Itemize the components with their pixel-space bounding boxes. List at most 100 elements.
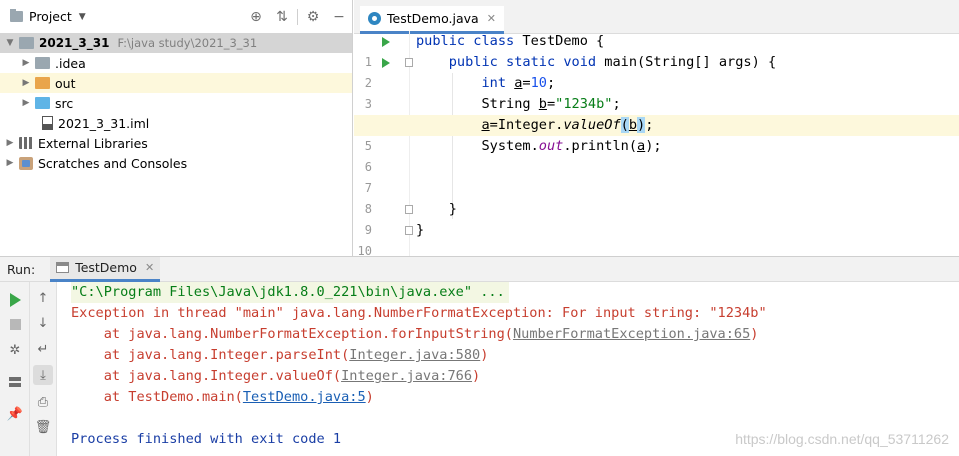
tree-item-label: 2021_3_31	[39, 36, 110, 50]
code-line[interactable]: 8	[354, 178, 959, 216]
code-line-current[interactable]: 5 a=Integer.valueOf(b);	[354, 115, 959, 153]
code-line[interactable]: 10 }	[354, 220, 959, 256]
locate-file-icon[interactable]: ⊕	[243, 9, 269, 25]
stack-trace-line: at java.lang.NumberFormatException.forIn…	[71, 326, 759, 342]
code-area[interactable]: 1 public class TestDemo { 2 public stati…	[354, 31, 959, 256]
tree-item-label: .idea	[55, 55, 86, 71]
output-folder-icon	[35, 77, 50, 89]
tree-item-out[interactable]: ▶ out	[0, 73, 352, 93]
tree-item-src[interactable]: ▶ src	[0, 93, 352, 113]
tree-item-iml[interactable]: 2021_3_31.iml	[0, 113, 352, 133]
close-icon[interactable]: ✕	[487, 12, 496, 25]
keyword: public class	[416, 33, 515, 49]
soft-wrap-icon: ↵	[37, 341, 49, 357]
printer-icon: ⎙	[37, 394, 49, 410]
collapse-all-icon[interactable]: ⇅	[269, 9, 295, 25]
watermark: https://blog.csdn.net/qq_53711262	[735, 431, 949, 447]
tree-item-scratches[interactable]: ▶ Scratches and Consoles	[0, 153, 352, 173]
close-icon[interactable]: ✕	[145, 261, 154, 274]
soft-wrap-button[interactable]: ↵	[33, 339, 53, 359]
collapsed-arrow-icon[interactable]: ▶	[20, 98, 32, 108]
code-text: System.	[481, 138, 539, 154]
play-icon	[9, 293, 21, 307]
pin-icon: 📌	[6, 406, 24, 422]
console-command-line[interactable]: "C:\Program Files\Java\jdk1.8.0_221\bin\…	[71, 282, 509, 303]
editor-tab-testdemo[interactable]: TestDemo.java ✕	[360, 6, 504, 34]
fold-icon[interactable]	[405, 226, 413, 235]
code-line[interactable]: 6 System.out.println(a);	[354, 136, 959, 174]
console-exception: Exception in thread "main" java.lang.Num…	[71, 305, 767, 321]
clear-all-button[interactable]: 🗑	[33, 417, 53, 437]
stack-trace-link[interactable]: TestDemo.java:5	[243, 389, 366, 405]
collapsed-arrow-icon[interactable]: ▶	[4, 158, 16, 168]
stack-trace-link[interactable]: Integer.java:580	[349, 347, 480, 363]
scroll-to-end-icon: ⤓	[40, 367, 46, 383]
code-line[interactable]: 11	[354, 241, 959, 256]
layout-button[interactable]	[5, 372, 25, 392]
collapsed-arrow-icon[interactable]: ▶	[4, 138, 16, 148]
stack-trace-link[interactable]: Integer.java:766	[341, 368, 472, 384]
code-text: ;	[612, 96, 621, 112]
code-text: String	[481, 96, 539, 112]
collapsed-arrow-icon[interactable]: ▶	[20, 58, 32, 68]
stack-trace-line: at java.lang.Integer.parseInt(Integer.ja…	[71, 347, 489, 363]
project-toolbar: ⊕ ⇅ ⚙ −	[243, 0, 352, 34]
chevron-down-icon[interactable]: ▼	[79, 12, 86, 22]
run-tab-testdemo[interactable]: TestDemo ✕	[50, 256, 161, 282]
code-line[interactable]: 7	[354, 157, 959, 195]
scroll-to-end-button[interactable]: ⤓	[33, 365, 53, 385]
trash-icon: 🗑	[34, 419, 52, 435]
tree-item-project-root[interactable]: ▼ 2021_3_31 F:\java study\2021_3_31	[0, 33, 352, 53]
run-class-icon[interactable]	[382, 37, 390, 47]
code-editor: TestDemo.java ✕ 1 public class TestDemo …	[354, 0, 959, 256]
stop-icon	[9, 318, 21, 330]
matched-paren: (	[620, 117, 629, 133]
gear-icon[interactable]: ⚙	[300, 9, 326, 25]
folder-icon	[35, 57, 50, 69]
tree-item-label: External Libraries	[38, 135, 148, 151]
fold-icon[interactable]	[405, 205, 413, 214]
pin-tab-button[interactable]: 📌	[5, 404, 25, 424]
tree-item-label: 2021_3_31.iml	[58, 115, 150, 131]
console-icon	[56, 262, 70, 273]
project-tree: ▼ 2021_3_31 F:\java study\2021_3_31 ▶ .i…	[0, 33, 352, 173]
code-text: =	[546, 96, 556, 112]
code-line[interactable]: 3 int a=10;	[354, 73, 959, 111]
expanded-arrow-icon[interactable]: ▼	[4, 38, 16, 48]
fold-icon[interactable]	[405, 58, 413, 67]
arrow-down-icon: ↓	[37, 315, 49, 331]
string-literal: "1234b"	[555, 96, 613, 112]
debug-button[interactable]: ✲	[5, 340, 25, 360]
code-line[interactable]: 2 public static void main(String[] args)…	[354, 52, 959, 90]
project-folder-icon	[10, 9, 23, 22]
code-text: );	[645, 138, 662, 154]
keyword: int	[481, 75, 507, 91]
java-class-icon	[368, 12, 381, 25]
hide-panel-icon[interactable]: −	[326, 9, 352, 25]
variable: b	[538, 96, 547, 112]
code-line[interactable]: 1 public class TestDemo {	[354, 31, 959, 69]
stack-trace-link[interactable]: NumberFormatException.java:65	[513, 326, 750, 342]
tree-item-external-libraries[interactable]: ▶ External Libraries	[0, 133, 352, 153]
rerun-button[interactable]	[5, 290, 25, 310]
code-text: =	[522, 75, 531, 91]
stop-button[interactable]	[5, 314, 25, 334]
project-path: F:\java study\2021_3_31	[117, 36, 258, 50]
print-button[interactable]: ⎙	[33, 392, 53, 412]
tree-item-idea[interactable]: ▶ .idea	[0, 53, 352, 73]
tree-item-label: out	[55, 75, 76, 91]
bug-icon: ✲	[9, 342, 21, 358]
tree-item-label: Scratches and Consoles	[38, 155, 188, 171]
previous-occurrence-button[interactable]: ↑	[33, 288, 53, 308]
scratches-icon	[19, 156, 33, 170]
next-occurrence-button[interactable]: ↓	[33, 313, 53, 333]
code-line[interactable]: 9 }	[354, 199, 959, 237]
project-view-selector[interactable]: Project	[29, 9, 72, 24]
run-main-icon[interactable]	[382, 58, 390, 68]
collapsed-arrow-icon[interactable]: ▶	[20, 78, 32, 88]
code-line[interactable]: 4 String b="1234b";	[354, 94, 959, 132]
matched-paren: )	[637, 117, 646, 133]
run-toolbar-primary: ✲ 📌	[0, 282, 30, 456]
console-output[interactable]: "C:\Program Files\Java\jdk1.8.0_221\bin\…	[58, 282, 959, 456]
code-text: }	[448, 201, 457, 217]
